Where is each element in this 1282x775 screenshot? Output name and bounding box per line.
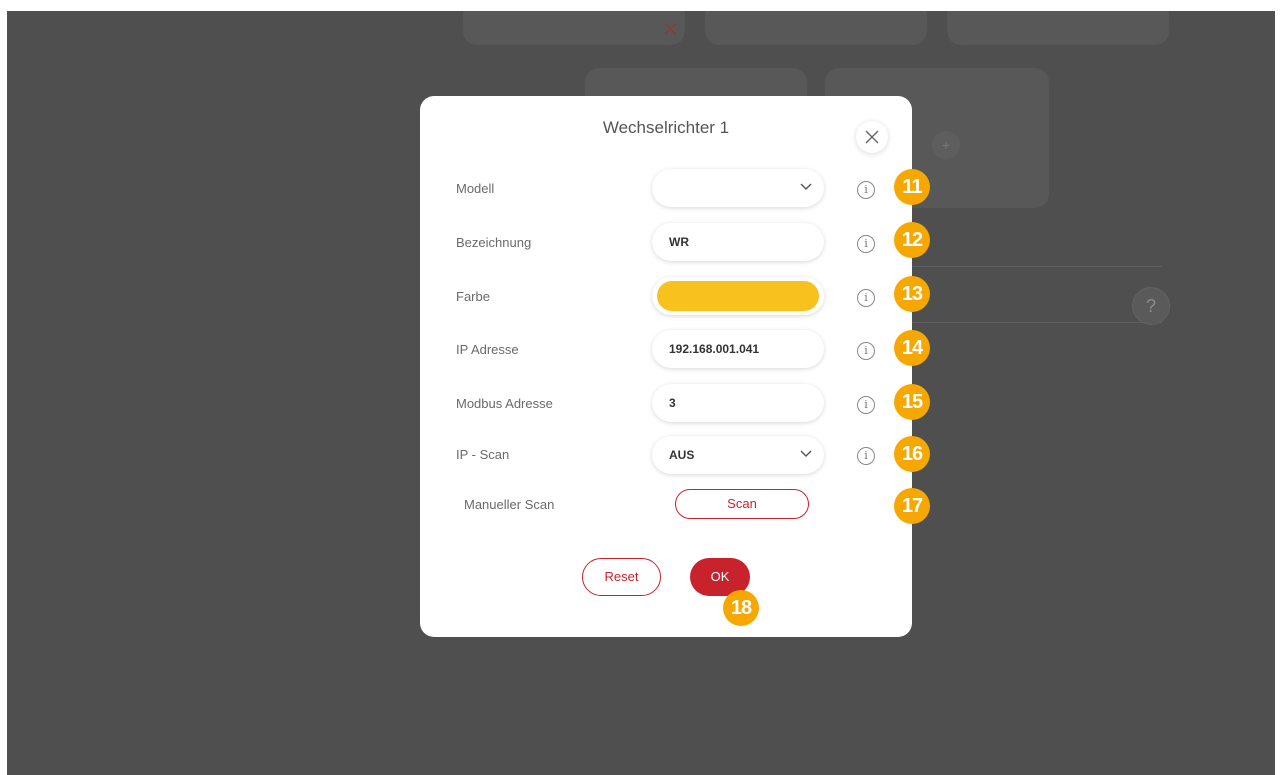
background-divider: [912, 266, 1162, 267]
info-icon[interactable]: i: [857, 181, 875, 199]
annotation-badge: 11: [894, 169, 930, 205]
inverter-dialog: Wechselrichter 1 Modell i Bezeichnung WR…: [420, 96, 912, 637]
background-add-icon: +: [932, 131, 960, 159]
info-icon[interactable]: i: [857, 342, 875, 360]
annotation-badge: 12: [894, 222, 930, 258]
ip-address-label: IP Adresse: [456, 342, 519, 357]
background-close-icon: ✕: [662, 19, 679, 41]
annotation-badge: 15: [894, 384, 930, 420]
background-tile: [705, 11, 927, 45]
background-tile: [947, 11, 1169, 45]
name-label: Bezeichnung: [456, 235, 532, 250]
annotation-badge: 14: [894, 330, 930, 366]
chevron-down-icon: [800, 450, 812, 457]
scan-button[interactable]: Scan: [675, 489, 809, 519]
manual-scan-label: Manueller Scan: [464, 497, 555, 512]
name-input[interactable]: WR: [652, 223, 824, 261]
background-help-icon: ?: [1132, 287, 1170, 325]
color-picker[interactable]: [652, 277, 824, 315]
info-icon[interactable]: i: [857, 289, 875, 307]
ip-scan-select[interactable]: AUS: [652, 436, 824, 474]
close-icon: [865, 130, 879, 144]
annotation-badge: 17: [894, 488, 930, 524]
color-label: Farbe: [456, 289, 490, 304]
annotation-badge: 16: [894, 436, 930, 472]
model-select[interactable]: [652, 169, 824, 207]
ip-scan-value: AUS: [669, 448, 695, 462]
ip-address-value: 192.168.001.041: [669, 342, 760, 356]
info-icon[interactable]: i: [857, 447, 875, 465]
annotation-badge: 13: [894, 276, 930, 312]
modbus-address-value: 3: [669, 396, 676, 410]
background-tile: [463, 11, 685, 45]
ip-scan-label: IP - Scan: [456, 447, 510, 462]
model-label: Modell: [456, 181, 495, 196]
annotation-badge: 18: [723, 590, 759, 626]
info-icon[interactable]: i: [857, 396, 875, 414]
color-swatch: [657, 281, 819, 311]
modbus-address-label: Modbus Adresse: [456, 396, 553, 411]
dialog-title: Wechselrichter 1: [602, 118, 730, 137]
modbus-address-input[interactable]: 3: [652, 384, 824, 422]
chevron-down-icon: [800, 183, 812, 190]
ip-address-input[interactable]: 192.168.001.041: [652, 330, 824, 368]
background-divider: [912, 322, 1162, 323]
info-icon[interactable]: i: [857, 235, 875, 253]
close-button[interactable]: [856, 121, 888, 153]
name-value: WR: [669, 235, 689, 249]
reset-button[interactable]: Reset: [582, 558, 661, 596]
